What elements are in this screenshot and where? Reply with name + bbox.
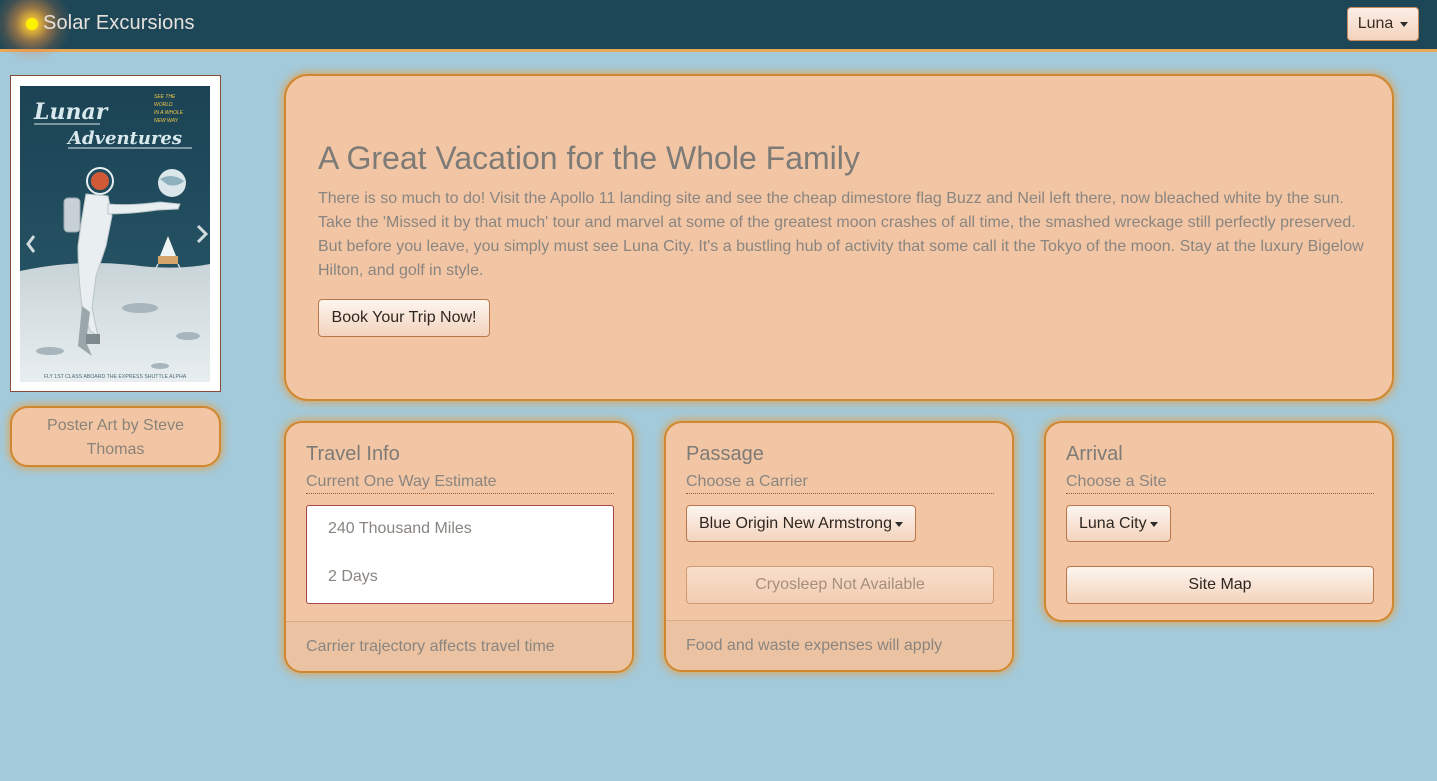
poster-carousel: Lunar Adventures SEE THE WORLD IN A WHOL… [10,75,221,392]
poster-title-line1: Lunar [33,99,109,125]
poster-credit: Poster Art by Steve Thomas [10,406,221,467]
arrival-title: Arrival [1066,443,1123,465]
travel-info-footer: Carrier trajectory affects travel time [286,621,632,671]
chevron-down-icon [1400,22,1409,27]
lunar-adventures-poster: Lunar Adventures SEE THE WORLD IN A WHOL… [20,86,210,382]
destination-dropdown[interactable]: Luna [1347,7,1419,41]
poster-bottom-text: FLY 1ST CLASS ABOARD THE EXPRESS SHUTTLE… [44,374,187,380]
passage-subtitle: Choose a Carrier [686,473,994,494]
carrier-dropdown-label: Blue Origin New Armstrong [699,514,892,532]
brand-title[interactable]: Solar Excursions [43,12,195,35]
hero-title: A Great Vacation for the Whole Family [318,140,860,176]
poster-tagline-1: SEE THE [154,94,176,100]
site-map-button[interactable]: Site Map [1066,566,1374,604]
travel-info-title: Travel Info [306,443,400,465]
chevron-down-icon [1149,521,1158,527]
book-trip-button[interactable]: Book Your Trip Now! [318,299,490,337]
chevron-down-icon [894,521,903,527]
passage-card: Passage Choose a Carrier Blue Origin New… [664,421,1014,672]
travel-info-card: Travel Info Current One Way Estimate 240… [284,421,634,673]
passage-title: Passage [686,443,764,465]
poster-tagline-4: NEW WAY [154,118,179,124]
destination-dropdown-label: Luna [1357,15,1394,32]
poster-title-line2: Adventures [66,128,182,149]
poster-tagline-3: IN A WHOLE [154,110,184,116]
duration-estimate: 2 Days [328,568,378,585]
carrier-dropdown[interactable]: Blue Origin New Armstrong [686,505,916,542]
passage-footer: Food and waste expenses will apply [666,620,1012,670]
distance-estimate: 240 Thousand Miles [328,520,472,537]
navbar: Solar Excursions Luna [0,0,1437,64]
site-dropdown-label: Luna City [1079,514,1147,532]
travel-estimate-list: 240 Thousand Miles 2 Days [306,505,614,604]
sun-logo-icon[interactable] [26,18,38,30]
poster-image: Lunar Adventures SEE THE WORLD IN A WHOL… [20,86,210,382]
arrival-subtitle: Choose a Site [1066,473,1374,494]
poster-tagline-2: WORLD [154,102,173,108]
site-dropdown[interactable]: Luna City [1066,505,1171,542]
travel-info-subtitle: Current One Way Estimate [306,473,614,494]
arrival-card: Arrival Choose a Site Luna City Site Map [1044,421,1394,622]
hero-panel: A Great Vacation for the Whole Family Th… [284,74,1394,401]
cryosleep-button[interactable]: Cryosleep Not Available [686,566,994,604]
hero-description: There is so much to do! Visit the Apollo… [318,190,1364,279]
